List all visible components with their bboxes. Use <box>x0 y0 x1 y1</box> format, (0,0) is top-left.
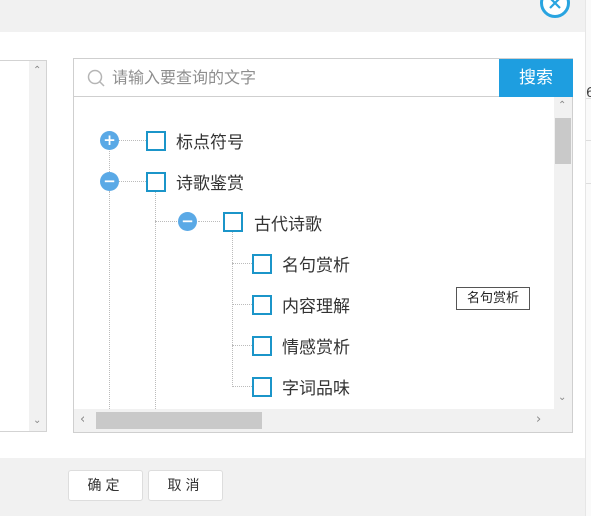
tree-connector <box>118 181 146 182</box>
search-box <box>74 59 499 97</box>
dialog-header <box>0 0 585 32</box>
node-checkbox[interactable] <box>252 336 272 356</box>
tree-connector <box>118 140 146 141</box>
tree-connector <box>232 386 252 387</box>
tree-connector <box>155 191 156 221</box>
tree-vertical-scrollbar[interactable]: ⌃ ⌄ <box>554 97 572 409</box>
tree-node-label[interactable]: 名句赏析 <box>282 251 350 276</box>
tree-connector <box>109 149 110 172</box>
background-strip <box>585 0 591 516</box>
search-input[interactable] <box>112 59 492 96</box>
background-line <box>586 183 591 184</box>
scroll-left-icon[interactable]: ‹ <box>80 413 85 426</box>
scroll-up-icon[interactable]: ⌃ <box>33 66 41 76</box>
tree-connector <box>155 221 156 409</box>
tooltip: 名句赏析 <box>456 287 530 310</box>
node-checkbox[interactable] <box>252 377 272 397</box>
scroll-right-icon[interactable]: › <box>536 413 541 426</box>
tree-node-label[interactable]: 情感赏析 <box>282 333 350 358</box>
search-icon <box>87 69 105 87</box>
node-checkbox[interactable] <box>223 212 243 232</box>
tree-connector <box>232 304 252 305</box>
left-list-panel: ⌃ ⌄ <box>0 60 47 432</box>
collapse-toggle-icon[interactable]: − <box>100 172 119 191</box>
tree-connector <box>232 345 252 346</box>
left-scrollbar[interactable]: ⌃ ⌄ <box>29 61 46 431</box>
scroll-down-icon[interactable]: ⌄ <box>33 416 41 426</box>
expand-toggle-icon[interactable]: + <box>100 131 119 150</box>
node-checkbox[interactable] <box>146 172 166 192</box>
scroll-down-icon[interactable]: ⌄ <box>558 393 566 403</box>
collapse-toggle-icon[interactable]: − <box>178 212 197 231</box>
tree-connector <box>232 232 233 387</box>
tree-node-label[interactable]: 诗歌鉴赏 <box>176 169 244 194</box>
tree-node-label[interactable]: 古代诗歌 <box>254 210 322 235</box>
node-checkbox[interactable] <box>146 131 166 151</box>
tree-node-label[interactable]: 标点符号 <box>176 128 244 153</box>
scrollbar-thumb[interactable] <box>555 118 571 164</box>
close-icon <box>549 0 561 9</box>
tree-connector <box>198 221 220 222</box>
scroll-up-icon[interactable]: ⌃ <box>558 101 566 111</box>
tree-panel: 搜索 + 标点符号 − 诗歌鉴赏 − 古代诗歌 名句赏析 内容理解 <box>73 58 573 433</box>
scrollbar-corner <box>554 409 572 432</box>
search-button[interactable]: 搜索 <box>499 59 573 97</box>
background-text: 6 <box>586 86 591 101</box>
cancel-button[interactable]: 取消 <box>148 470 223 501</box>
tree-horizontal-scrollbar[interactable]: ‹ › <box>74 409 554 432</box>
background-line <box>586 140 591 141</box>
node-checkbox[interactable] <box>252 295 272 315</box>
tree-connector <box>109 191 110 409</box>
ok-button[interactable]: 确定 <box>68 470 143 501</box>
tree-node-label[interactable]: 内容理解 <box>282 292 350 317</box>
tree-connector <box>155 221 177 222</box>
tree-view: + 标点符号 − 诗歌鉴赏 − 古代诗歌 名句赏析 内容理解 情感赏析 字词品味 <box>74 97 554 409</box>
scrollbar-thumb[interactable] <box>96 412 262 429</box>
tree-node-label[interactable]: 字词品味 <box>282 374 350 399</box>
node-checkbox[interactable] <box>252 254 272 274</box>
tree-connector <box>232 263 252 264</box>
